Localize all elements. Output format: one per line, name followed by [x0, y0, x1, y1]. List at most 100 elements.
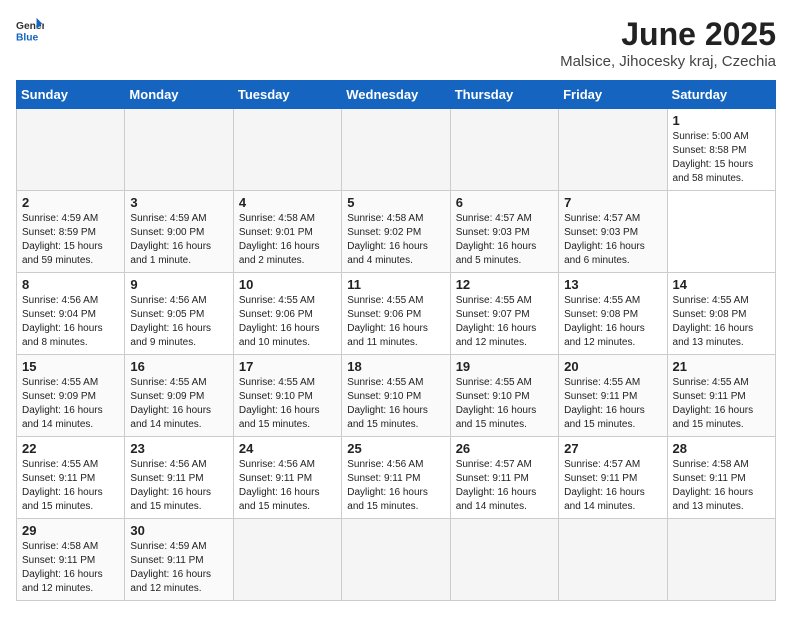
sunrise: Sunrise: 4:55 AM	[673, 295, 749, 306]
day-info: Sunrise: 4:55 AM Sunset: 9:10 PM Dayligh…	[239, 376, 336, 432]
day-number: 19	[456, 359, 553, 374]
day-info: Sunrise: 4:56 AM Sunset: 9:04 PM Dayligh…	[22, 294, 119, 350]
day-cell-19: 19 Sunrise: 4:55 AM Sunset: 9:10 PM Dayl…	[450, 355, 558, 437]
day-info: Sunrise: 4:55 AM Sunset: 9:11 PM Dayligh…	[22, 458, 119, 514]
day-info: Sunrise: 4:55 AM Sunset: 9:11 PM Dayligh…	[564, 376, 661, 432]
day-info: Sunrise: 4:56 AM Sunset: 9:05 PM Dayligh…	[130, 294, 227, 350]
daylight: Daylight: 16 hours and 14 minutes.	[130, 405, 211, 430]
day-cell-20: 20 Sunrise: 4:55 AM Sunset: 9:11 PM Dayl…	[559, 355, 667, 437]
calendar-table: SundayMondayTuesdayWednesdayThursdayFrid…	[16, 80, 776, 601]
sunset: Sunset: 9:10 PM	[239, 391, 313, 402]
day-info: Sunrise: 4:57 AM Sunset: 9:03 PM Dayligh…	[456, 212, 553, 268]
sunset: Sunset: 9:11 PM	[22, 555, 95, 566]
day-info: Sunrise: 4:58 AM Sunset: 9:02 PM Dayligh…	[347, 212, 444, 268]
day-info: Sunrise: 4:59 AM Sunset: 9:00 PM Dayligh…	[130, 212, 227, 268]
day-info: Sunrise: 4:57 AM Sunset: 9:11 PM Dayligh…	[564, 458, 661, 514]
day-info: Sunrise: 5:00 AM Sunset: 8:58 PM Dayligh…	[673, 130, 770, 186]
daylight: Daylight: 16 hours and 10 minutes.	[239, 323, 320, 348]
sunrise: Sunrise: 4:59 AM	[130, 541, 206, 552]
day-cell-15: 15 Sunrise: 4:55 AM Sunset: 9:09 PM Dayl…	[17, 355, 125, 437]
sunset: Sunset: 9:11 PM	[239, 473, 312, 484]
sunset: Sunset: 9:11 PM	[130, 555, 203, 566]
day-number: 4	[239, 195, 336, 210]
day-number: 27	[564, 441, 661, 456]
sunrise: Sunrise: 4:58 AM	[22, 541, 98, 552]
empty-cell	[342, 519, 450, 601]
day-cell-27: 27 Sunrise: 4:57 AM Sunset: 9:11 PM Dayl…	[559, 437, 667, 519]
day-info: Sunrise: 4:55 AM Sunset: 9:08 PM Dayligh…	[673, 294, 770, 350]
sunset: Sunset: 9:11 PM	[456, 473, 529, 484]
daylight: Daylight: 16 hours and 14 minutes.	[456, 487, 537, 512]
sunset: Sunset: 9:10 PM	[456, 391, 530, 402]
svg-text:Blue: Blue	[16, 32, 39, 43]
daylight: Daylight: 16 hours and 15 minutes.	[239, 487, 320, 512]
day-number: 6	[456, 195, 553, 210]
day-cell-10: 10 Sunrise: 4:55 AM Sunset: 9:06 PM Dayl…	[233, 273, 341, 355]
sunrise: Sunrise: 4:58 AM	[239, 213, 315, 224]
daylight: Daylight: 16 hours and 12 minutes.	[456, 323, 537, 348]
day-info: Sunrise: 4:58 AM Sunset: 9:01 PM Dayligh…	[239, 212, 336, 268]
day-number: 26	[456, 441, 553, 456]
daylight: Daylight: 16 hours and 15 minutes.	[239, 405, 320, 430]
sunrise: Sunrise: 4:55 AM	[564, 377, 640, 388]
daylight: Daylight: 16 hours and 1 minute.	[130, 241, 211, 266]
day-number: 24	[239, 441, 336, 456]
sunrise: Sunrise: 4:56 AM	[130, 459, 206, 470]
day-info: Sunrise: 4:59 AM Sunset: 9:11 PM Dayligh…	[130, 540, 227, 596]
calendar-week-5: 22 Sunrise: 4:55 AM Sunset: 9:11 PM Dayl…	[17, 437, 776, 519]
sunrise: Sunrise: 4:55 AM	[239, 295, 315, 306]
day-info: Sunrise: 4:55 AM Sunset: 9:06 PM Dayligh…	[347, 294, 444, 350]
day-cell-11: 11 Sunrise: 4:55 AM Sunset: 9:06 PM Dayl…	[342, 273, 450, 355]
day-number: 17	[239, 359, 336, 374]
day-cell-30: 30 Sunrise: 4:59 AM Sunset: 9:11 PM Dayl…	[125, 519, 233, 601]
sunrise: Sunrise: 4:57 AM	[564, 213, 640, 224]
day-number: 8	[22, 277, 119, 292]
weekday-header-tuesday: Tuesday	[233, 81, 341, 109]
title-area: June 2025 Malsice, Jihocesky kraj, Czech…	[560, 16, 776, 70]
daylight: Daylight: 16 hours and 15 minutes.	[673, 405, 754, 430]
sunrise: Sunrise: 4:55 AM	[564, 295, 640, 306]
day-info: Sunrise: 4:55 AM Sunset: 9:10 PM Dayligh…	[347, 376, 444, 432]
daylight: Daylight: 16 hours and 15 minutes.	[564, 405, 645, 430]
weekday-header-wednesday: Wednesday	[342, 81, 450, 109]
calendar-week-6: 29 Sunrise: 4:58 AM Sunset: 9:11 PM Dayl…	[17, 519, 776, 601]
daylight: Daylight: 16 hours and 11 minutes.	[347, 323, 428, 348]
weekday-header-row: SundayMondayTuesdayWednesdayThursdayFrid…	[17, 81, 776, 109]
empty-cell	[342, 109, 450, 191]
day-cell-5: 5 Sunrise: 4:58 AM Sunset: 9:02 PM Dayli…	[342, 191, 450, 273]
day-cell-24: 24 Sunrise: 4:56 AM Sunset: 9:11 PM Dayl…	[233, 437, 341, 519]
day-number: 5	[347, 195, 444, 210]
empty-cell	[450, 519, 558, 601]
sunset: Sunset: 8:58 PM	[673, 145, 747, 156]
daylight: Daylight: 16 hours and 5 minutes.	[456, 241, 537, 266]
calendar-week-3: 8 Sunrise: 4:56 AM Sunset: 9:04 PM Dayli…	[17, 273, 776, 355]
sunset: Sunset: 9:06 PM	[347, 309, 421, 320]
sunset: Sunset: 9:11 PM	[673, 391, 746, 402]
day-cell-13: 13 Sunrise: 4:55 AM Sunset: 9:08 PM Dayl…	[559, 273, 667, 355]
day-info: Sunrise: 4:58 AM Sunset: 9:11 PM Dayligh…	[673, 458, 770, 514]
day-info: Sunrise: 4:57 AM Sunset: 9:11 PM Dayligh…	[456, 458, 553, 514]
day-cell-16: 16 Sunrise: 4:55 AM Sunset: 9:09 PM Dayl…	[125, 355, 233, 437]
page-header: General Blue June 2025 Malsice, Jihocesk…	[16, 16, 776, 70]
daylight: Daylight: 16 hours and 8 minutes.	[22, 323, 103, 348]
sunrise: Sunrise: 4:55 AM	[456, 377, 532, 388]
sunset: Sunset: 9:11 PM	[673, 473, 746, 484]
day-info: Sunrise: 4:55 AM Sunset: 9:08 PM Dayligh…	[564, 294, 661, 350]
calendar-week-1: 1 Sunrise: 5:00 AM Sunset: 8:58 PM Dayli…	[17, 109, 776, 191]
sunset: Sunset: 9:07 PM	[456, 309, 530, 320]
day-number: 16	[130, 359, 227, 374]
sunset: Sunset: 9:08 PM	[673, 309, 747, 320]
sunrise: Sunrise: 5:00 AM	[673, 131, 749, 142]
day-number: 23	[130, 441, 227, 456]
sunrise: Sunrise: 4:57 AM	[456, 459, 532, 470]
day-cell-6: 6 Sunrise: 4:57 AM Sunset: 9:03 PM Dayli…	[450, 191, 558, 273]
sunset: Sunset: 9:05 PM	[130, 309, 204, 320]
weekday-header-friday: Friday	[559, 81, 667, 109]
sunrise: Sunrise: 4:56 AM	[239, 459, 315, 470]
day-cell-17: 17 Sunrise: 4:55 AM Sunset: 9:10 PM Dayl…	[233, 355, 341, 437]
weekday-header-thursday: Thursday	[450, 81, 558, 109]
day-info: Sunrise: 4:56 AM Sunset: 9:11 PM Dayligh…	[130, 458, 227, 514]
day-cell-3: 3 Sunrise: 4:59 AM Sunset: 9:00 PM Dayli…	[125, 191, 233, 273]
day-cell-9: 9 Sunrise: 4:56 AM Sunset: 9:05 PM Dayli…	[125, 273, 233, 355]
sunset: Sunset: 9:01 PM	[239, 227, 313, 238]
